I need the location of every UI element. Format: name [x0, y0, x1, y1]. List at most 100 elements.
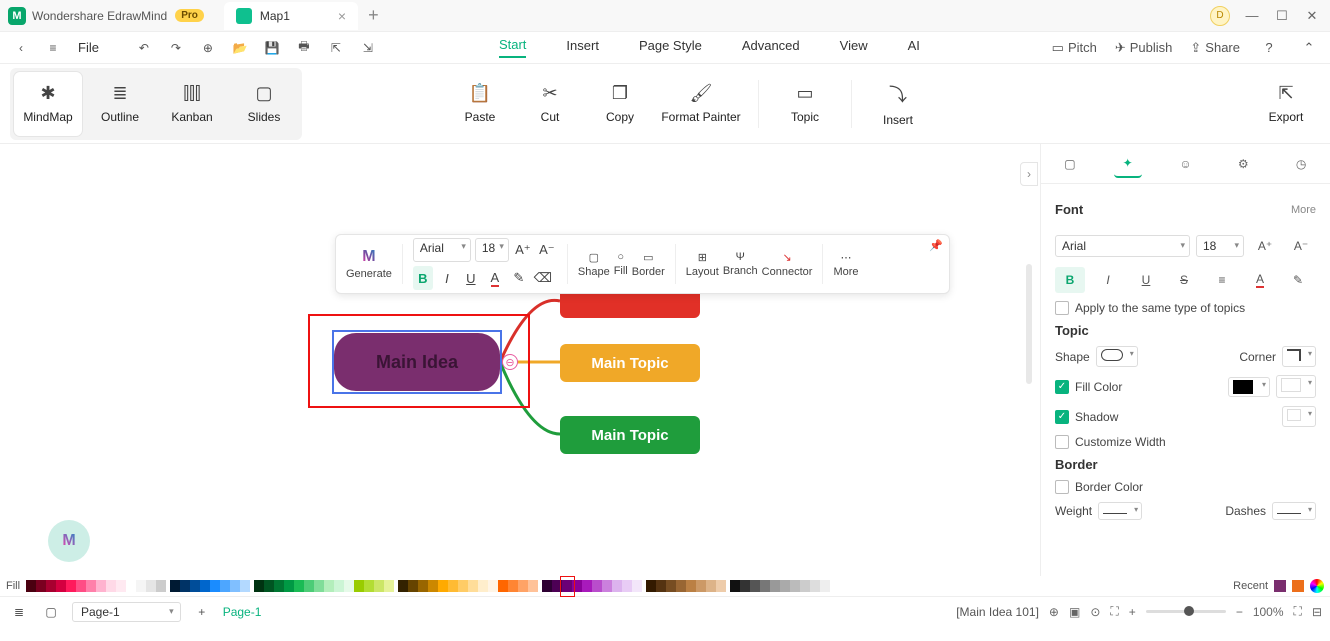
sp-tab-history[interactable]: ◷: [1287, 150, 1315, 178]
shadow-select[interactable]: [1282, 406, 1316, 427]
new-tab-button[interactable]: +: [368, 5, 379, 26]
italic-button[interactable]: I: [437, 266, 457, 290]
clear-format-button[interactable]: ⌫: [533, 266, 553, 290]
pin-icon[interactable]: 📌: [929, 239, 943, 252]
fit-page-icon[interactable]: ▣: [1069, 605, 1080, 619]
font-size-select[interactable]: 18: [475, 238, 509, 262]
tab-page-style[interactable]: Page Style: [639, 38, 702, 57]
fill-color-select[interactable]: [1228, 377, 1270, 397]
color-wheel-button[interactable]: [1310, 579, 1324, 593]
shadow-check[interactable]: ✓: [1055, 410, 1069, 424]
vertical-scrollbar[interactable]: [1026, 264, 1032, 384]
format-painter-button[interactable]: 🖌Format Painter: [656, 72, 746, 136]
more-button[interactable]: ⋯More: [833, 251, 858, 278]
canvas[interactable]: Main Idea ⊖ Main Topic Main Topic MGener…: [0, 144, 1040, 576]
corner-select[interactable]: [1282, 346, 1316, 367]
minimize-button[interactable]: —: [1244, 8, 1260, 24]
generate-button[interactable]: MGenerate: [346, 248, 392, 280]
view-slides[interactable]: ▢Slides: [230, 72, 298, 136]
document-tab[interactable]: Map1 ×: [224, 2, 358, 30]
topic-button[interactable]: ▭Topic: [771, 72, 839, 136]
panel-align[interactable]: ≡: [1207, 267, 1237, 293]
collapse-ribbon-icon[interactable]: ⌃: [1298, 37, 1320, 59]
color-palette[interactable]: [26, 580, 830, 592]
close-icon[interactable]: ×: [338, 8, 346, 24]
panel-size-select[interactable]: 18: [1196, 235, 1244, 257]
cut-button[interactable]: ✂Cut: [516, 72, 584, 136]
bold-button[interactable]: B: [413, 266, 433, 290]
shape-select[interactable]: [1096, 346, 1138, 367]
node-topic-3[interactable]: Main Topic: [560, 416, 700, 454]
fill-button[interactable]: ○Fill: [614, 251, 628, 277]
panel-font-select[interactable]: Arial: [1055, 235, 1190, 257]
hamburger-icon[interactable]: ≡: [42, 37, 64, 59]
shape-button[interactable]: ▢Shape: [578, 251, 610, 278]
panel-font-color[interactable]: A: [1245, 267, 1275, 293]
view-kanban[interactable]: ⫿⫿⫿Kanban: [158, 72, 226, 136]
pitch-button[interactable]: ▭Pitch: [1052, 40, 1097, 56]
highlight-button[interactable]: ✎: [509, 266, 529, 290]
redo-icon[interactable]: ↷: [165, 37, 187, 59]
custom-width-check[interactable]: [1055, 435, 1069, 449]
zoom-slider[interactable]: [1146, 610, 1226, 613]
publish-button[interactable]: ✈Publish: [1115, 40, 1173, 56]
panel-highlight[interactable]: ✎: [1283, 267, 1313, 293]
panel-underline[interactable]: U: [1131, 267, 1161, 293]
tab-start[interactable]: Start: [499, 37, 526, 58]
node-topic-2[interactable]: Main Topic: [560, 344, 700, 382]
recent-color-1[interactable]: [1274, 580, 1286, 592]
zoom-out-button[interactable]: +: [1129, 605, 1136, 619]
paste-button[interactable]: 📋Paste: [446, 72, 514, 136]
target-icon[interactable]: ⊙: [1090, 605, 1100, 619]
user-avatar[interactable]: D: [1210, 6, 1230, 26]
recent-color-2[interactable]: [1292, 580, 1304, 592]
tab-insert[interactable]: Insert: [566, 38, 599, 57]
font-more-link[interactable]: More: [1291, 204, 1316, 216]
back-icon[interactable]: ‹: [10, 37, 32, 59]
apply-same-check[interactable]: [1055, 301, 1069, 315]
connector-button[interactable]: ↘Connector: [762, 251, 813, 278]
border-color-check[interactable]: [1055, 480, 1069, 494]
maximize-button[interactable]: ☐: [1274, 8, 1290, 24]
dashes-select[interactable]: [1272, 502, 1316, 520]
add-page-button[interactable]: +: [191, 601, 213, 623]
view-mindmap[interactable]: ✱MindMap: [14, 72, 82, 136]
sp-tab-settings[interactable]: ⚙: [1229, 150, 1257, 178]
fit-width-icon[interactable]: ⛶: [1110, 604, 1118, 619]
export-quick-icon[interactable]: ⇱: [325, 37, 347, 59]
file-menu[interactable]: File: [78, 40, 99, 55]
font-select[interactable]: Arial: [413, 238, 471, 262]
panel-italic[interactable]: I: [1093, 267, 1123, 293]
page-tab-active[interactable]: Page-1: [223, 605, 262, 619]
globe-icon[interactable]: ⊕: [1049, 605, 1059, 619]
new-icon[interactable]: ⊕: [197, 37, 219, 59]
collapse-children-button[interactable]: ⊖: [502, 354, 518, 370]
copy-button[interactable]: ❐Copy: [586, 72, 654, 136]
sp-tab-style[interactable]: ▢: [1056, 150, 1084, 178]
font-shrink-icon[interactable]: A⁻: [537, 238, 557, 262]
fullscreen-icon[interactable]: ⛶: [1294, 604, 1302, 619]
font-color-button[interactable]: A: [485, 266, 505, 290]
close-window-button[interactable]: ✕: [1304, 8, 1320, 24]
layout-button[interactable]: ⊞Layout: [686, 251, 719, 278]
zoom-in-button[interactable]: −: [1236, 605, 1243, 619]
sp-tab-format[interactable]: ✦: [1114, 150, 1142, 178]
fill-color-check[interactable]: ✓: [1055, 380, 1069, 394]
weight-select[interactable]: [1098, 502, 1142, 520]
panel-font-grow[interactable]: A⁺: [1250, 233, 1280, 259]
insert-button[interactable]: ⤵Insert: [864, 72, 932, 136]
outline-toggle-icon[interactable]: ≣: [8, 601, 30, 623]
save-icon[interactable]: 💾: [261, 37, 283, 59]
tab-advanced[interactable]: Advanced: [742, 38, 800, 57]
undo-icon[interactable]: ↶: [133, 37, 155, 59]
ai-assistant-bubble[interactable]: M: [48, 520, 90, 562]
underline-button[interactable]: U: [461, 266, 481, 290]
import-icon[interactable]: ⇲: [357, 37, 379, 59]
open-icon[interactable]: 📂: [229, 37, 251, 59]
sp-tab-icons[interactable]: ☺: [1171, 150, 1199, 178]
tab-ai[interactable]: AI: [908, 38, 920, 57]
fill-pattern-select[interactable]: [1276, 375, 1316, 398]
print-icon[interactable]: 🖶: [293, 37, 315, 59]
view-outline[interactable]: ≣Outline: [86, 72, 154, 136]
panel-strike[interactable]: S: [1169, 267, 1199, 293]
